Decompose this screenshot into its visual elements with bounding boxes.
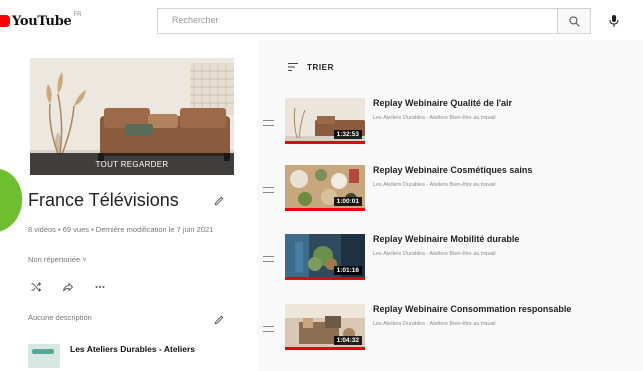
duration-badge: 1:04:32 [333,336,362,345]
shuffle-button[interactable] [28,279,44,295]
video-title[interactable]: Replay Webinaire Qualité de l'air [373,98,512,108]
list-item[interactable]: 1:32:53 Replay Webinaire Qualité de l'ai… [257,98,643,158]
list-item[interactable]: 1:00:01 Replay Webinaire Cosmétiques sai… [257,165,643,225]
youtube-logo[interactable]: YouTube FR [0,11,81,31]
channel-avatar [28,344,60,368]
youtube-playlist-page: YouTube FR Rechercher TOUT REGARDER Fran… [0,0,643,371]
sort-button[interactable]: TRIER [287,62,334,72]
playlist-actions [28,279,108,295]
video-thumbnail[interactable]: 1:32:53 [285,98,365,144]
drag-handle-icon[interactable] [263,187,274,193]
video-thumbnail[interactable]: 1:01:16 [285,234,365,280]
duration-badge: 1:00:01 [333,197,362,206]
edit-title-button[interactable] [214,193,225,211]
playlist-title: France Télévisions [28,190,179,210]
video-channel[interactable]: Les Ateliers Durables - Ateliers Bien-êt… [373,321,496,327]
search-input[interactable]: Rechercher [157,8,557,34]
privacy-select[interactable]: Non répertoriée ˅ [28,255,87,264]
more-horizontal-icon [95,286,105,288]
share-button[interactable] [60,279,76,295]
search-icon [568,15,580,27]
video-channel[interactable]: Les Ateliers Durables - Ateliers Bien-êt… [373,115,496,121]
drag-handle-icon[interactable] [263,256,274,262]
pencil-icon [214,196,224,206]
share-icon [63,282,74,292]
sort-label: TRIER [307,62,334,72]
playlist-owner[interactable]: Les Ateliers Durables - Ateliers [28,344,195,368]
drag-handle-icon[interactable] [263,120,274,126]
chevron-down-icon: ˅ [82,255,87,264]
more-options-button[interactable] [92,279,108,295]
search-button[interactable] [557,8,591,34]
voice-search-button[interactable] [603,10,625,32]
playlist-video-list: TRIER 1:32:53 Replay Webinaire Qualité d… [257,40,643,371]
playlist-sidebar: TOUT REGARDER France Télévisions 8 vidéo… [0,40,257,371]
play-all-band[interactable]: TOUT REGARDER [30,153,234,175]
youtube-play-icon [0,15,10,27]
green-decoration [0,167,27,237]
video-title[interactable]: Replay Webinaire Mobilité durable [373,234,519,244]
drag-handle-icon[interactable] [263,326,274,332]
list-item[interactable]: 1:01:16 Replay Webinaire Mobilité durabl… [257,234,643,294]
play-all-label: TOUT REGARDER [95,159,169,169]
video-channel[interactable]: Les Ateliers Durables - Ateliers Bien-êt… [373,182,496,188]
playlist-description: Aucune description [28,313,92,322]
channel-name: Les Ateliers Durables - Ateliers [70,344,196,354]
privacy-value: Non répertoriée [28,255,81,264]
logo-region: FR [73,12,82,18]
top-bar: YouTube FR Rechercher [0,0,643,40]
microphone-icon [609,15,619,27]
pencil-icon [214,315,224,325]
video-title[interactable]: Replay Webinaire Consommation responsabl… [373,304,571,314]
list-item[interactable]: 1:04:32 Replay Webinaire Consommation re… [257,304,643,364]
video-thumbnail[interactable]: 1:00:01 [285,165,365,211]
video-channel[interactable]: Les Ateliers Durables - Ateliers Bien-êt… [373,251,496,257]
duration-badge: 1:32:53 [333,130,362,139]
video-thumbnail[interactable]: 1:04:32 [285,304,365,350]
duration-badge: 1:01:16 [333,266,362,275]
search-placeholder: Rechercher [172,15,219,25]
sort-icon [288,63,298,71]
logo-text: YouTube [12,13,72,29]
video-title[interactable]: Replay Webinaire Cosmétiques sains [373,165,532,175]
shuffle-icon [31,282,42,292]
edit-description-button[interactable] [214,312,225,330]
playlist-stats: 8 vidéos • 69 vues • Dernière modificati… [28,225,214,234]
playlist-cover[interactable]: TOUT REGARDER [30,58,234,175]
